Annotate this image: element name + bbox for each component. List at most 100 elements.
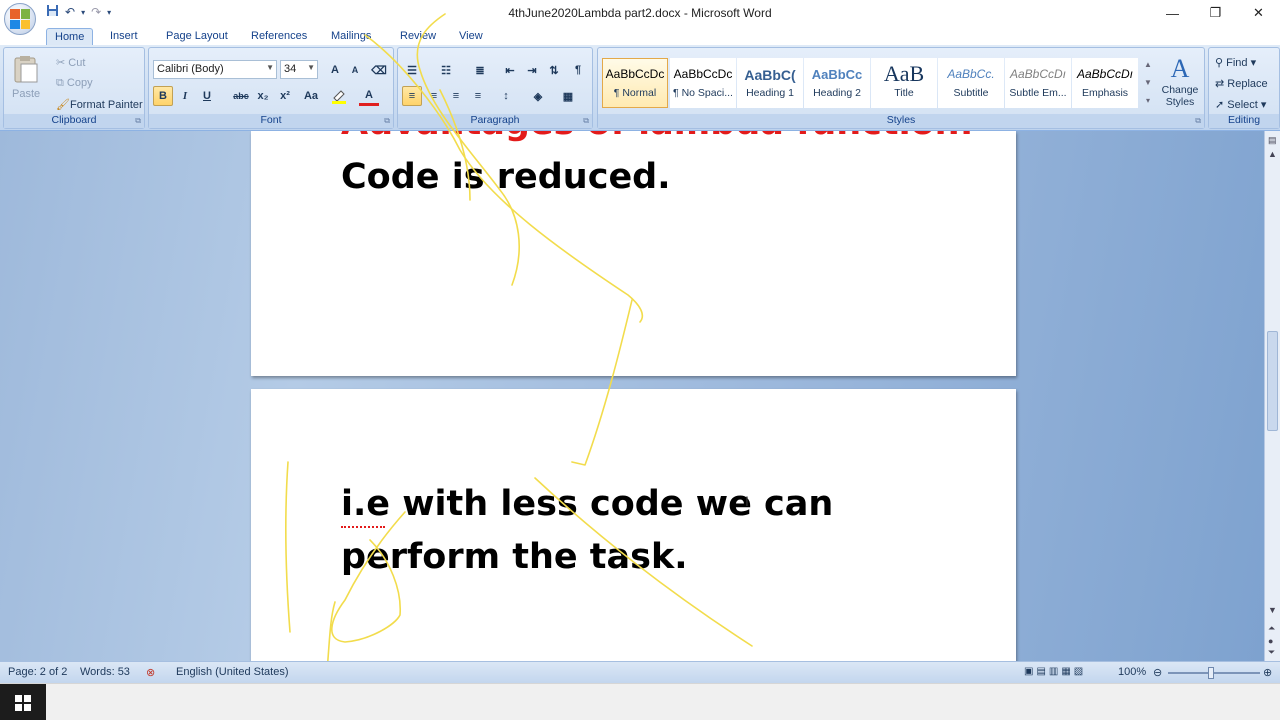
sort-icon[interactable]: ⇅ <box>544 60 564 80</box>
line-spacing-icon[interactable]: ↕ <box>496 86 516 106</box>
copy-label: Copy <box>66 77 93 89</box>
find-label: Find <box>1226 57 1248 69</box>
document-area[interactable]: Advantages of lambda function: Code is r… <box>0 131 1264 661</box>
decrease-indent-icon[interactable]: ⇤ <box>500 60 520 80</box>
vertical-scrollbar[interactable]: ▤ ▲ ▼ ⏶ ● ⏷ <box>1264 131 1280 661</box>
clipboard-group: Paste ✂ Cut ⧉ Copy 🖌Format Painter Clipb… <box>3 47 145 129</box>
tab-mailings[interactable]: Mailings <box>323 28 379 46</box>
style-subtitle[interactable]: AaBbCc. Subtitle <box>938 58 1004 108</box>
justify-icon[interactable]: ≡ <box>468 86 488 106</box>
tab-insert[interactable]: Insert <box>102 28 146 46</box>
tab-review[interactable]: Review <box>392 28 444 46</box>
style-emphasis[interactable]: AaBbCcDı Emphasis <box>1072 58 1138 108</box>
ribbon: Paste ✂ Cut ⧉ Copy 🖌Format Painter Clipb… <box>0 45 1280 131</box>
style-sample: AaBbCc. <box>947 67 995 81</box>
font-name-combo[interactable]: Calibri (Body) ▼ <box>153 60 277 79</box>
superscript-button[interactable]: x² <box>275 86 295 106</box>
prev-page-icon[interactable]: ⏶ <box>1268 623 1275 634</box>
page-2[interactable]: i.e with less code we can perform the ta… <box>251 389 1016 661</box>
style-heading-1[interactable]: AaBbC( Heading 1 <box>737 58 803 108</box>
language[interactable]: English (United States) <box>176 666 289 678</box>
paste-button[interactable]: Paste <box>10 54 44 104</box>
minimize-button[interactable]: — <box>1151 0 1194 26</box>
clear-formatting-icon[interactable]: ⌫ <box>369 60 389 80</box>
tab-view[interactable]: View <box>451 28 491 46</box>
zoom-out-icon[interactable]: ⊖ <box>1153 666 1162 679</box>
change-styles-icon: A <box>1170 54 1190 83</box>
tab-home[interactable]: Home <box>46 28 94 46</box>
zoom-in-icon[interactable]: ⊕ <box>1263 666 1272 679</box>
style-name: Subtitle <box>953 87 989 99</box>
find-button[interactable]: ⚲ Find ▾ <box>1215 56 1256 69</box>
style-subtle-emphasis[interactable]: AaBbCcDı Subtle Em... <box>1005 58 1071 108</box>
start-button[interactable] <box>0 684 46 720</box>
strikethrough-button[interactable]: abc <box>231 86 251 106</box>
multilevel-list-icon[interactable]: ≣ <box>470 60 490 80</box>
zoom-level[interactable]: 100% <box>1118 666 1146 678</box>
font-launcher-icon[interactable]: ⧉ <box>384 116 390 126</box>
paragraph-group-label: Paragraph <box>398 114 592 128</box>
change-styles-button[interactable]: A Change Styles <box>1158 54 1202 108</box>
align-left-icon[interactable]: ≡ <box>402 86 422 106</box>
format-painter-button[interactable]: 🖌Format Painter <box>56 98 143 111</box>
restore-button[interactable]: ❐ <box>1194 0 1237 26</box>
grow-font-button[interactable]: A <box>325 60 345 80</box>
replace-icon: ⇄ <box>1215 78 1228 90</box>
change-case-button[interactable]: Aa <box>299 86 323 106</box>
font-size-combo[interactable]: 34 ▼ <box>280 60 318 79</box>
copy-icon: ⧉ <box>56 77 67 89</box>
style-sample: AaB <box>883 61 925 86</box>
borders-icon[interactable]: ▦ <box>558 86 578 106</box>
taskbar <box>0 683 1280 720</box>
style-sample: AaBbCc <box>811 67 863 82</box>
styles-scroll[interactable]: ▲ ▼ ▾ <box>1142 56 1154 110</box>
subscript-button[interactable]: x₂ <box>253 86 273 106</box>
style-sample: AaBbC( <box>744 67 796 83</box>
proofing-icon[interactable]: ⊗ <box>146 666 155 679</box>
page-count[interactable]: Page: 2 of 2 <box>8 666 67 678</box>
align-right-icon[interactable]: ≡ <box>446 86 466 106</box>
replace-button[interactable]: ⇄ Replace <box>1215 77 1268 90</box>
zoom-slider-track[interactable] <box>1168 672 1260 674</box>
style-sample: AaBbCcDı <box>1076 67 1134 81</box>
scroll-up-icon[interactable]: ▲ <box>1268 149 1277 159</box>
brush-icon: 🖌 <box>56 99 70 111</box>
underline-button[interactable]: U <box>197 86 217 106</box>
style-no-spacing[interactable]: AaBbCcDc ¶ No Spaci... <box>670 58 736 108</box>
tab-references[interactable]: References <box>243 28 315 46</box>
style-sample: AaBbCcDc <box>673 67 733 81</box>
italic-button[interactable]: I <box>175 86 195 106</box>
bullets-icon[interactable]: ☰ <box>402 60 422 80</box>
office-button[interactable] <box>4 3 36 35</box>
page-1[interactable]: Advantages of lambda function: Code is r… <box>251 131 1016 376</box>
clipboard-launcher-icon[interactable]: ⧉ <box>135 116 141 126</box>
close-button[interactable]: ✕ <box>1237 0 1280 26</box>
show-formatting-icon[interactable]: ¶ <box>568 60 588 80</box>
style-heading-2[interactable]: AaBbCc Heading 2 <box>804 58 870 108</box>
highlight-icon[interactable] <box>329 86 349 106</box>
editing-group: ⚲ Find ▾ ⇄ Replace ➚ Select ▾ Editing <box>1208 47 1280 129</box>
styles-launcher-icon[interactable]: ⧉ <box>1195 116 1201 126</box>
numbering-icon[interactable]: ☷ <box>436 60 456 80</box>
cut-button[interactable]: ✂ Cut <box>56 56 85 69</box>
copy-button[interactable]: ⧉ Copy <box>56 77 93 90</box>
font-color-button[interactable]: A <box>359 86 379 106</box>
word-count[interactable]: Words: 53 <box>80 666 130 678</box>
zoom-slider-thumb[interactable] <box>1208 667 1214 679</box>
paragraph-launcher-icon[interactable]: ⧉ <box>583 116 589 126</box>
increase-indent-icon[interactable]: ⇥ <box>522 60 542 80</box>
shrink-font-button[interactable]: A <box>345 60 365 80</box>
tab-page-layout[interactable]: Page Layout <box>158 28 236 46</box>
style-title[interactable]: AaB Title <box>871 58 937 108</box>
align-center-icon[interactable]: ≡ <box>424 86 444 106</box>
scroll-thumb[interactable] <box>1267 331 1278 431</box>
browse-object-icon[interactable]: ● <box>1268 636 1273 646</box>
scroll-down-icon[interactable]: ▼ <box>1268 605 1277 615</box>
style-normal[interactable]: AaBbCcDc ¶ Normal <box>602 58 668 108</box>
select-button[interactable]: ➚ Select ▾ <box>1215 98 1266 111</box>
shading-icon[interactable]: ◈ <box>528 86 548 106</box>
ruler-toggle-icon[interactable]: ▤ <box>1268 135 1277 146</box>
bold-button[interactable]: B <box>153 86 173 106</box>
next-page-icon[interactable]: ⏷ <box>1268 647 1275 658</box>
view-buttons-icon[interactable]: ▣▤▥▦▧ <box>1024 666 1086 677</box>
